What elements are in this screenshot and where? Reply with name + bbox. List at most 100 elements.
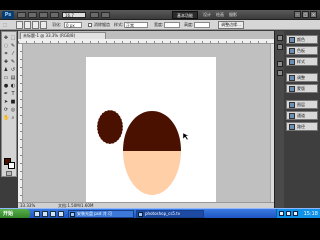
workspace-photography-link[interactable]: 摄影 — [229, 11, 237, 19]
volume-icon[interactable] — [286, 211, 291, 216]
taskbar: 开始 安装光盘 psd 冷 可 photoshop_cs5.tv 15:18 — [0, 208, 320, 219]
taskbar-item-label: 安装光盘 psd 冷 可 — [77, 211, 112, 216]
width-input[interactable] — [164, 22, 180, 28]
history-panel-icon[interactable] — [277, 35, 283, 41]
folder-icon — [70, 212, 75, 217]
taskbar-item-explorer[interactable]: 安装光盘 psd 冷 可 — [68, 210, 134, 218]
blur-tool-icon[interactable]: ● — [3, 83, 9, 89]
height-input[interactable] — [194, 22, 210, 28]
photoshop-icon — [138, 212, 143, 217]
intersect-selection-button[interactable] — [40, 21, 47, 29]
refine-edge-button[interactable]: 调整边缘... — [218, 21, 244, 29]
marquee-tool-icon[interactable]: ⬚ — [10, 35, 16, 41]
quick-select-tool-icon[interactable]: ✎ — [10, 43, 16, 49]
pen-tool-icon[interactable]: ✒ — [3, 91, 9, 97]
taskbar-item-photoshop[interactable]: photoshop_cs5.tv — [136, 210, 204, 218]
panel-swatches[interactable]: 色板 — [286, 46, 318, 55]
panel-icon-strip — [274, 31, 284, 208]
panel-paths[interactable]: 路径 — [286, 122, 318, 131]
panel-label: 样式 — [297, 59, 305, 64]
view-extras-button[interactable] — [39, 12, 48, 18]
drawing — [96, 109, 190, 195]
zoom-tool-icon[interactable]: ⌕ — [10, 115, 16, 121]
panel-adjustments[interactable]: 调整 — [286, 73, 318, 82]
mini-bridge-button[interactable] — [28, 12, 37, 18]
photoshop-window: Ps 16.7 基本功能 设计 绘画 摄影 – □ × ⬚ 羽化: 0 px 消… — [0, 10, 320, 208]
document-tab[interactable]: 未标题-1 @ 33.3% (RGB/8) — [20, 32, 106, 39]
panel-channels[interactable]: 通道 — [286, 111, 318, 120]
add-selection-button[interactable] — [24, 21, 31, 29]
taskbar-item-label: photoshop_cs5.tv — [145, 211, 181, 216]
hair-bun-selection — [96, 109, 124, 145]
actions-panel-icon[interactable] — [277, 44, 283, 50]
maximize-button[interactable]: □ — [302, 11, 309, 18]
3d-rotate-tool-icon[interactable]: ⟳ — [3, 107, 9, 113]
arrange-documents-button[interactable] — [90, 12, 99, 18]
desktop-quicklaunch-icon[interactable] — [58, 211, 64, 217]
close-button[interactable]: × — [310, 11, 317, 18]
panel-styles[interactable]: 样式 — [286, 57, 318, 66]
letterbox-top — [0, 0, 320, 10]
workspace-essentials-button[interactable]: 基本功能 — [172, 11, 198, 19]
brush-panel-icon[interactable] — [277, 61, 283, 67]
panel-label: 色板 — [297, 48, 305, 53]
letterbox-bottom — [0, 218, 320, 240]
style-select[interactable]: 正常 — [124, 22, 148, 28]
panel-layers[interactable]: 图层 — [286, 100, 318, 109]
masks-icon — [289, 86, 295, 92]
clone-stamp-tool-icon[interactable]: ♟ — [3, 67, 9, 73]
dodge-tool-icon[interactable]: ◐ — [10, 83, 16, 89]
swatches-icon — [289, 48, 295, 54]
layers-icon — [289, 102, 295, 108]
antialias-checkbox[interactable] — [88, 23, 92, 27]
background-color-swatch[interactable] — [8, 162, 15, 169]
paths-icon — [289, 124, 295, 130]
hand-view-button[interactable] — [50, 12, 59, 18]
subtract-selection-button[interactable] — [32, 21, 39, 29]
screen-mode-button[interactable] — [101, 12, 110, 18]
ie-quicklaunch-icon[interactable] — [34, 211, 40, 217]
history-brush-tool-icon[interactable]: ↺ — [10, 67, 16, 73]
width-label: 宽度: — [154, 22, 164, 27]
hand-tool-icon[interactable]: ✋ — [3, 115, 9, 121]
quick-mask-button[interactable] — [6, 171, 12, 176]
shape-tool-icon[interactable]: ■ — [10, 99, 16, 105]
3d-camera-tool-icon[interactable]: ◎ — [10, 107, 16, 113]
healing-brush-tool-icon[interactable]: ✚ — [3, 59, 9, 65]
marquee-tool-preset-icon[interactable]: ⬚ — [3, 21, 13, 29]
workspace-design-link[interactable]: 设计 — [203, 11, 211, 19]
gradient-tool-icon[interactable]: ▤ — [10, 75, 16, 81]
clone-source-panel-icon[interactable] — [277, 70, 283, 76]
feather-input[interactable]: 0 px — [64, 22, 82, 28]
media-quicklaunch-icon[interactable] — [50, 211, 56, 217]
brush-tool-icon[interactable]: ✎ — [10, 59, 16, 65]
new-selection-button[interactable] — [16, 21, 23, 29]
panel-label: 调整 — [297, 75, 305, 80]
panel-label: 图层 — [297, 102, 305, 107]
folder-quicklaunch-icon[interactable] — [42, 211, 48, 217]
bridge-button[interactable] — [17, 12, 26, 18]
crop-tool-icon[interactable]: ⌗ — [3, 51, 9, 57]
ime-icon[interactable] — [293, 211, 298, 216]
panel-label: 路径 — [297, 124, 305, 129]
antialias-label: 消除锯齿 — [94, 22, 110, 27]
eyedropper-tool-icon[interactable]: ⁄ — [10, 51, 16, 57]
horizontal-ruler[interactable] — [18, 39, 274, 44]
lasso-tool-icon[interactable]: ◌ — [3, 43, 9, 49]
zoom-level-field[interactable]: 16.7 — [62, 12, 86, 18]
eraser-tool-icon[interactable]: ▭ — [3, 75, 9, 81]
path-selection-tool-icon[interactable]: ➤ — [3, 99, 9, 105]
cursor-icon — [182, 132, 190, 141]
application-bar: Ps 16.7 基本功能 设计 绘画 摄影 – □ × — [0, 10, 320, 20]
document-canvas[interactable] — [86, 57, 216, 204]
minimize-button[interactable]: – — [294, 11, 301, 18]
panel-color[interactable]: 颜色 — [286, 35, 318, 44]
panel-masks[interactable]: 蒙版 — [286, 84, 318, 93]
type-tool-icon[interactable]: T — [10, 91, 16, 97]
vertical-ruler[interactable] — [18, 44, 23, 202]
face-shape — [123, 151, 181, 195]
move-tool-icon[interactable]: ✥ — [3, 35, 9, 41]
network-icon[interactable] — [279, 211, 284, 216]
color-icon — [289, 37, 295, 43]
workspace-painting-link[interactable]: 绘画 — [216, 11, 224, 19]
